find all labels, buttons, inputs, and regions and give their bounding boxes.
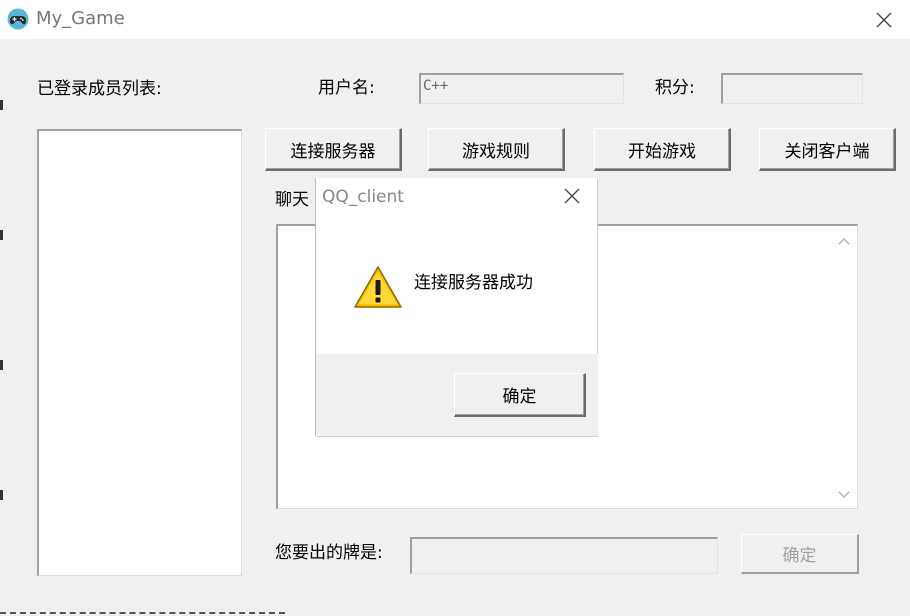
members-label: 已登录成员列表:: [37, 79, 162, 99]
window-title: My_Game: [36, 8, 125, 29]
dialog-ok-button[interactable]: 确定: [454, 373, 586, 417]
gamepad-icon: [7, 8, 29, 30]
scroll-down-icon[interactable]: [836, 488, 852, 502]
score-label: 积分:: [655, 78, 695, 98]
username-field[interactable]: C++: [419, 73, 624, 104]
title-bar: My_Game: [0, 0, 910, 39]
message-dialog: QQ_client 连接服务器成功 确定: [315, 178, 598, 436]
window-edge: [0, 40, 3, 612]
chat-label: 聊天: [275, 190, 309, 210]
connect-server-button[interactable]: 连接服务器: [265, 128, 402, 171]
members-list[interactable]: [37, 129, 242, 576]
dialog-title: QQ_client: [322, 187, 404, 207]
confirm-button[interactable]: 确定: [741, 534, 859, 574]
dashed-edge: [0, 612, 285, 614]
close-icon[interactable]: [563, 187, 581, 205]
scroll-up-icon[interactable]: [836, 234, 852, 248]
username-label: 用户名:: [318, 78, 375, 98]
game-rules-button[interactable]: 游戏规则: [428, 128, 565, 171]
card-input[interactable]: [410, 537, 718, 574]
start-game-button[interactable]: 开始游戏: [594, 128, 731, 171]
dialog-message: 连接服务器成功: [414, 273, 533, 293]
close-icon[interactable]: [872, 8, 896, 32]
close-client-button[interactable]: 关闭客户端: [759, 128, 896, 171]
score-field[interactable]: [721, 73, 863, 104]
warning-icon: [354, 266, 402, 308]
card-prompt-label: 您要出的牌是:: [275, 543, 383, 563]
